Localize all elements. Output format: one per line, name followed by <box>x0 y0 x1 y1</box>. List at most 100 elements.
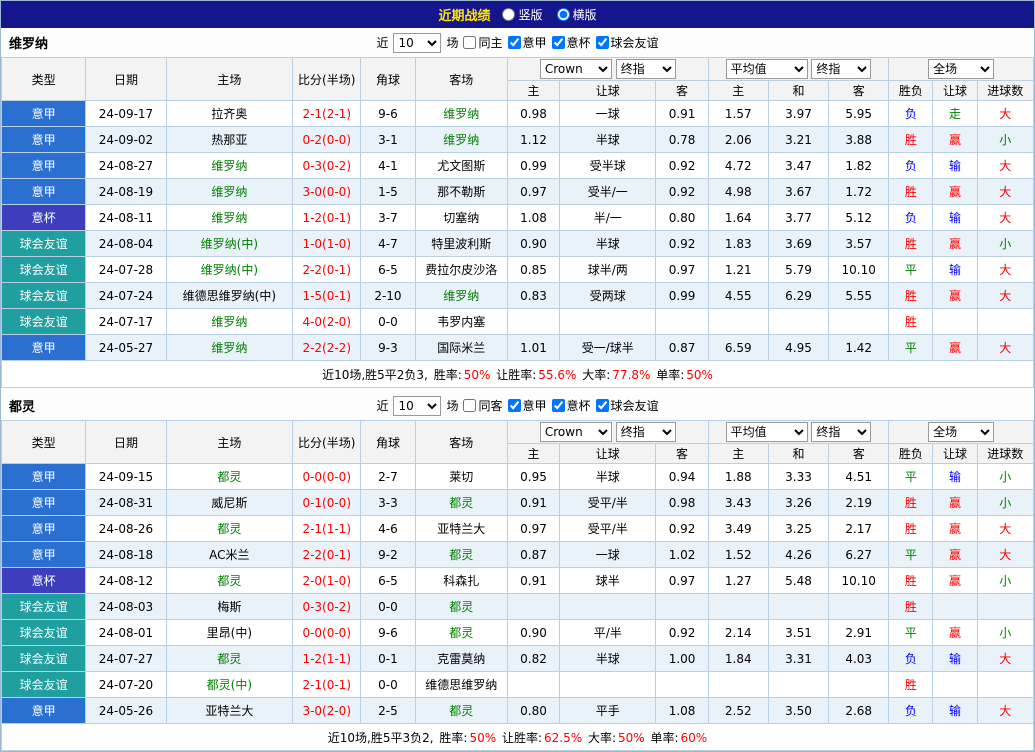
europe-odds-group: 平均值 终指 <box>707 57 890 81</box>
handicap-line: 平手 <box>559 697 657 724</box>
league-filter-serie-a[interactable]: 意甲 <box>507 34 547 51</box>
league-filter-coppa-italia[interactable]: 意杯 <box>551 34 591 51</box>
result: 胜 <box>888 593 934 620</box>
layout-vertical-option[interactable]: 竖版 <box>502 6 543 23</box>
coppa-italia-checkbox[interactable] <box>551 36 565 49</box>
score: 1-0(1-0) <box>292 230 362 257</box>
corners: 4-6 <box>360 515 416 542</box>
match-date: 24-08-31 <box>85 489 167 516</box>
goals-result: 大 <box>976 645 1035 672</box>
avg-away-odds: 3.57 <box>828 230 890 257</box>
summary-stat-value: 50% <box>469 730 500 745</box>
crown-home-odds: 0.90 <box>506 230 561 257</box>
same-venue-filter[interactable]: 同客 <box>463 397 503 414</box>
near-label: 近 <box>376 36 389 50</box>
league-filter-club-friendly[interactable]: 球会友谊 <box>595 397 659 414</box>
avg-home-odds: 4.55 <box>707 282 769 309</box>
match-date: 24-09-15 <box>85 463 167 490</box>
layout-horizontal-option[interactable]: 横版 <box>556 6 597 23</box>
result: 胜 <box>888 567 934 594</box>
club-friendly-checkbox[interactable] <box>595 399 609 412</box>
crown-home-odds: 0.83 <box>506 282 561 309</box>
same-venue-filter[interactable]: 同主 <box>463 34 503 51</box>
handicap-line: 一球 <box>559 100 657 127</box>
horizontal-layout-radio[interactable] <box>556 8 570 21</box>
same-venue-checkbox[interactable] <box>463 36 477 49</box>
match-count-select[interactable]: 10 <box>393 32 442 53</box>
match-row: 球会友谊 24-07-27 都灵 1-2(1-1) 0-1 克雷莫纳 0.82 半球 1.00 1… <box>0 645 1035 672</box>
avg-draw-odds: 3.21 <box>767 126 830 153</box>
handicap-result: 赢 <box>932 619 978 646</box>
europe-odds-time-select[interactable]: 终指 <box>811 59 872 79</box>
league-filter-club-friendly[interactable]: 球会友谊 <box>595 34 659 51</box>
handicap-result: 输 <box>932 463 978 490</box>
score: 0-2(0-0) <box>292 126 362 153</box>
away-team: 维罗纳 <box>414 100 508 127</box>
europe-odds-select[interactable]: 平均值 <box>725 422 808 442</box>
result: 胜 <box>888 489 934 516</box>
matches-table: 类型 日期 主场 比分(半场) 角球 客场 Crown 终指 平均值 终指 全场… <box>0 420 1035 751</box>
avg-draw-odds: 3.50 <box>767 697 830 724</box>
match-date: 24-05-27 <box>85 334 167 361</box>
serie-a-checkbox[interactable] <box>507 36 521 49</box>
match-row: 意甲 24-08-31 威尼斯 0-1(0-0) 3-3 都灵 0.91 受平/半 0.98 3.… <box>0 489 1035 516</box>
col-score: 比分(半场) <box>292 420 362 464</box>
league-type: 球会友谊 <box>0 593 87 620</box>
team-section-torino: 都灵 近 10 场 同客 意甲 意杯 球会友谊 类型 日期 主场 比分(半场) … <box>0 391 1035 751</box>
match-count-select[interactable]: 10 <box>393 395 442 416</box>
asian-odds-time-select[interactable]: 终指 <box>615 422 676 442</box>
club-friendly-checkbox[interactable] <box>595 36 609 49</box>
handicap-line: 半球 <box>559 230 657 257</box>
handicap-line: 半/一 <box>559 204 657 231</box>
match-date: 24-08-27 <box>85 152 167 179</box>
col-type: 类型 <box>0 57 87 101</box>
asian-odds-group: Crown 终指 <box>506 57 709 81</box>
vertical-layout-radio[interactable] <box>502 8 516 21</box>
crown-home-odds: 0.91 <box>506 489 561 516</box>
handicap-line: 受两球 <box>559 282 657 309</box>
result-scope-group: 全场 <box>888 57 1034 81</box>
avg-home-odds: 2.14 <box>707 619 769 646</box>
league-filter-serie-a[interactable]: 意甲 <box>507 397 547 414</box>
europe-odds-select[interactable]: 平均值 <box>725 59 808 79</box>
corners: 6-5 <box>360 256 416 283</box>
scope-select[interactable]: 全场 <box>928 59 995 79</box>
match-row: 意甲 24-08-18 AC米兰 2-2(0-1) 9-2 都灵 0.87 一球 1.02 1.5… <box>0 541 1035 568</box>
goals-result: 小 <box>976 619 1035 646</box>
crown-home-odds: 0.90 <box>506 619 561 646</box>
crown-home-odds: 1.01 <box>506 334 561 361</box>
scope-select[interactable]: 全场 <box>928 422 995 442</box>
league-filter-coppa-italia[interactable]: 意杯 <box>551 397 591 414</box>
same-venue-checkbox[interactable] <box>463 399 477 412</box>
col-type: 类型 <box>0 420 87 464</box>
europe-odds-time-select[interactable]: 终指 <box>811 422 872 442</box>
result: 平 <box>888 334 934 361</box>
col-euro-away: 客 <box>828 80 890 101</box>
serie-a-checkbox[interactable] <box>507 399 521 412</box>
crown-away-odds: 0.97 <box>655 567 709 594</box>
crown-away-odds <box>655 593 709 620</box>
bookmaker-select[interactable]: Crown <box>539 422 612 442</box>
away-team: 特里波利斯 <box>414 230 508 257</box>
goals-result: 大 <box>976 100 1035 127</box>
coppa-italia-checkbox[interactable] <box>551 399 565 412</box>
avg-draw-odds: 4.26 <box>767 541 830 568</box>
asian-odds-time-select[interactable]: 终指 <box>615 59 676 79</box>
avg-draw-odds: 4.95 <box>767 334 830 361</box>
near-label: 近 <box>376 399 389 413</box>
summary-stat-label: 大率: <box>587 730 616 745</box>
match-date: 24-09-02 <box>85 126 167 153</box>
bookmaker-select[interactable]: Crown <box>539 59 612 79</box>
handicap-line: 平/半 <box>559 619 657 646</box>
crown-away-odds: 0.91 <box>655 100 709 127</box>
match-row: 意甲 24-05-27 维罗纳 2-2(2-2) 9-3 国际米兰 1.01 受一/球半 0.8… <box>0 334 1035 361</box>
corners: 0-1 <box>360 645 416 672</box>
home-team: 维罗纳(中) <box>165 230 294 257</box>
league-type: 意杯 <box>0 567 87 594</box>
handicap-result: 赢 <box>932 489 978 516</box>
crown-away-odds: 0.97 <box>655 256 709 283</box>
filter-controls: 近 10 场 同主 意甲 意杯 球会友谊 <box>376 32 659 53</box>
match-date: 24-07-28 <box>85 256 167 283</box>
away-team: 韦罗内塞 <box>414 308 508 335</box>
handicap-result: 赢 <box>932 334 978 361</box>
